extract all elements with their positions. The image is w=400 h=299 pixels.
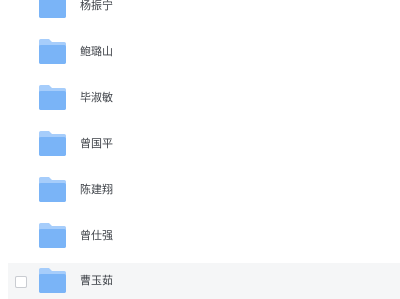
folder-name: 陈建翔: [80, 183, 113, 196]
folder-icon: [39, 39, 66, 64]
folder-row[interactable]: 鲍璐山: [0, 34, 400, 72]
folder-row[interactable]: 曾国平: [0, 126, 400, 164]
folder-row[interactable]: 陈建翔: [0, 172, 400, 210]
folder-name: 曹玉茹: [80, 274, 113, 287]
folder-name: 杨振宁: [80, 0, 113, 12]
folder-row-hovered[interactable]: 曹玉茹: [8, 263, 400, 299]
folder-icon: [39, 268, 66, 293]
folder-name: 毕淑敏: [80, 91, 113, 104]
folder-row[interactable]: 杨振宁: [0, 0, 400, 26]
folder-icon: [39, 85, 66, 110]
folder-icon: [39, 0, 66, 18]
file-list: 杨振宁 鲍璐山 毕淑敏 曾国平 陈建翔 曾仕强 曹玉茹: [0, 0, 400, 299]
folder-name: 鲍璐山: [80, 45, 113, 58]
folder-name: 曾仕强: [80, 229, 113, 242]
folder-name: 曾国平: [80, 137, 113, 150]
folder-row[interactable]: 曾仕强: [0, 218, 400, 256]
folder-icon: [39, 177, 66, 202]
folder-icon: [39, 131, 66, 156]
row-checkbox[interactable]: [15, 276, 27, 288]
folder-row[interactable]: 毕淑敏: [0, 80, 400, 118]
folder-icon: [39, 223, 66, 248]
